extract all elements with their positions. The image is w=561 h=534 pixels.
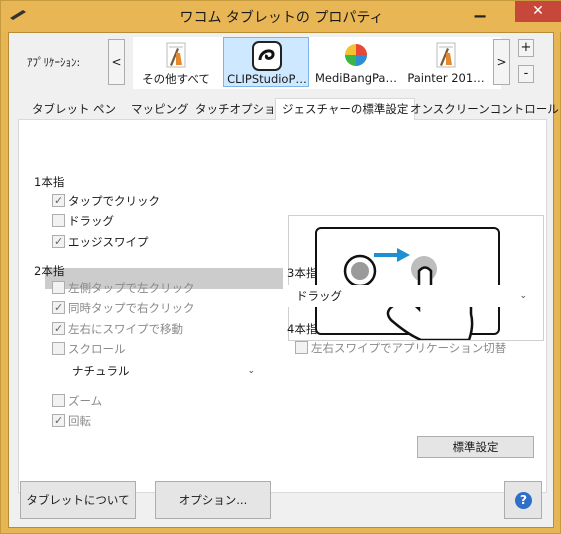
checkbox-label: ドラッグ xyxy=(68,214,114,228)
checkbox-box[interactable] xyxy=(52,192,65,209)
checkbox-edge-swipe[interactable]: エッジスワイプ xyxy=(52,233,149,251)
all-apps-icon xyxy=(166,42,186,68)
tab-onscreen-controls[interactable]: オンスクリーンコントロール xyxy=(410,100,559,120)
four-finger-heading: 4本指 xyxy=(287,322,318,336)
minimize-button[interactable]: ▁ xyxy=(467,2,493,22)
tab-tablet[interactable]: タブレット xyxy=(32,100,90,120)
app-item-label: CLIPStudioP… xyxy=(227,72,307,86)
properties-window: ワコム タブレットの プロパティ ▁ ✕ ｱﾌﾟﾘｹｰｼｮﾝ: < その他すべて xyxy=(0,0,561,534)
help-button[interactable]: ? xyxy=(504,481,542,519)
app-item-label: MediBangPa… xyxy=(315,71,397,85)
app-item-medibang[interactable]: MediBangPa… xyxy=(313,37,399,87)
tab-bar: タブレット ペン マッピング タッチオプション ジェスチャーの標準設定 オンスク… xyxy=(18,98,559,121)
remove-app-button[interactable]: - xyxy=(518,65,534,83)
swipe-gesture-illustration xyxy=(315,227,500,342)
checkbox-box[interactable] xyxy=(52,394,65,407)
title-bar[interactable]: ワコム タブレットの プロパティ ▁ ✕ xyxy=(1,1,561,32)
app-item-label: その他すべて xyxy=(142,72,210,86)
restore-defaults-button[interactable]: 標準設定 xyxy=(417,436,534,458)
help-icon: ? xyxy=(515,492,532,509)
checkbox-box[interactable] xyxy=(52,233,65,250)
checkbox-box[interactable] xyxy=(52,299,65,316)
clip-studio-icon xyxy=(252,41,282,71)
application-label: ｱﾌﾟﾘｹｰｼｮﾝ: xyxy=(27,56,81,69)
checkbox-box[interactable] xyxy=(52,214,65,227)
two-finger-heading: 2本指 xyxy=(34,264,65,278)
checkbox-scroll[interactable]: スクロール xyxy=(52,341,126,358)
checkbox-left-tap-left-click[interactable]: 左側タップで左クリック xyxy=(52,280,195,297)
options-button[interactable]: オプション... xyxy=(155,481,271,519)
medibang-icon xyxy=(345,44,367,66)
close-button[interactable]: ✕ xyxy=(515,1,561,22)
scroll-mode-value: ナチュラル xyxy=(72,364,130,378)
painter-icon xyxy=(436,42,456,68)
checkbox-label: ズーム xyxy=(68,394,103,408)
application-list: その他すべて CLIPStudioP… MediBangPa… Painter … xyxy=(133,37,501,89)
checkbox-drag[interactable]: ドラッグ xyxy=(52,213,114,230)
checkbox-box[interactable] xyxy=(295,341,308,354)
tab-touch-options[interactable]: タッチオプション xyxy=(195,100,287,120)
checkbox-box[interactable] xyxy=(52,320,65,337)
three-finger-heading: 3本指 xyxy=(287,266,318,280)
tab-gesture-defaults[interactable]: ジェスチャーの標準設定 xyxy=(275,98,416,121)
checkbox-label: 回転 xyxy=(68,414,91,428)
checkbox-rotate[interactable]: 回転 xyxy=(52,412,91,430)
checkbox-tap-click[interactable]: タップでクリック xyxy=(52,192,160,210)
checkbox-simultaneous-tap-right-click[interactable]: 同時タップで右クリック xyxy=(52,299,195,317)
one-finger-heading: 1本指 xyxy=(34,175,65,189)
three-finger-dropdown[interactable]: ドラッグ ⌄ xyxy=(288,285,534,307)
app-prev-button[interactable]: < xyxy=(108,39,125,85)
checkbox-label: 左右にスワイプで移動 xyxy=(68,322,183,336)
app-item-all[interactable]: その他すべて xyxy=(133,37,219,87)
chevron-down-icon: ⌄ xyxy=(519,291,527,301)
checkbox-box[interactable] xyxy=(52,412,65,429)
checkbox-label: 左側タップで左クリック xyxy=(68,281,195,295)
checkbox-zoom[interactable]: ズーム xyxy=(52,393,102,410)
gesture-preview xyxy=(288,215,544,342)
checkbox-swipe-navigate[interactable]: 左右にスワイプで移動 xyxy=(52,320,183,338)
chevron-down-icon: ⌄ xyxy=(247,366,255,376)
dialog-client: ｱﾌﾟﾘｹｰｼｮﾝ: < その他すべて CLIPStudioP… MediBan… xyxy=(8,32,559,528)
checkbox-label: 同時タップで右クリック xyxy=(68,301,195,315)
checkbox-label: エッジスワイプ xyxy=(68,235,149,249)
app-item-label: Painter 201… xyxy=(407,71,485,85)
checkbox-label: タップでクリック xyxy=(68,194,160,208)
tab-pen[interactable]: ペン xyxy=(93,100,116,120)
checkbox-label: 左右スワイプでアプリケーション切替 xyxy=(311,341,507,355)
checkbox-label: スクロール xyxy=(68,342,126,356)
add-app-button[interactable]: + xyxy=(518,39,534,57)
checkbox-box[interactable] xyxy=(52,342,65,355)
checkbox-app-switch[interactable]: 左右スワイプでアプリケーション切替 xyxy=(295,340,506,357)
about-tablet-button[interactable]: タブレットについて xyxy=(20,481,136,519)
three-finger-value: ドラッグ xyxy=(296,289,342,303)
app-next-button[interactable]: > xyxy=(493,39,510,85)
checkbox-box[interactable] xyxy=(52,281,65,294)
tab-mapping[interactable]: マッピング xyxy=(131,100,189,120)
scroll-mode-dropdown[interactable]: ナチュラル ⌄ xyxy=(64,360,262,382)
app-item-clip-studio[interactable]: CLIPStudioP… xyxy=(223,37,309,87)
app-item-painter[interactable]: Painter 201… xyxy=(403,37,489,87)
